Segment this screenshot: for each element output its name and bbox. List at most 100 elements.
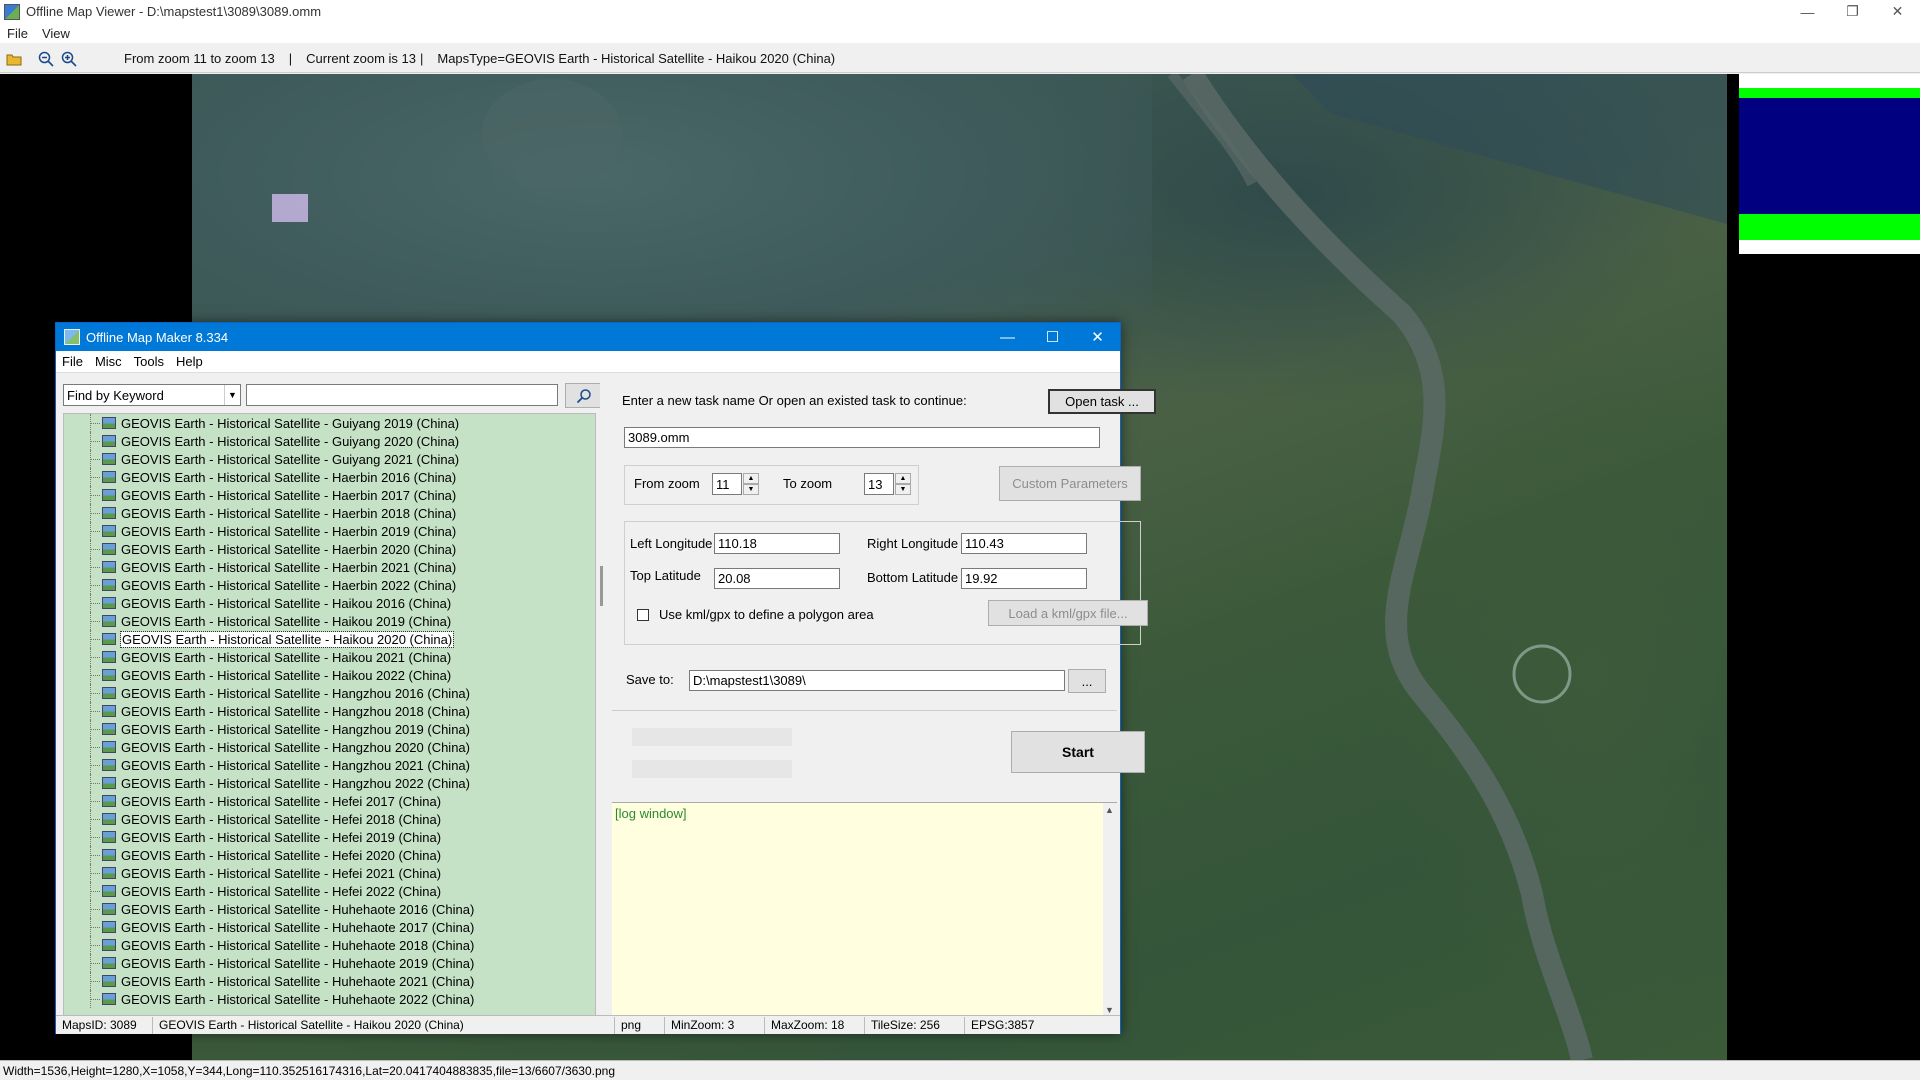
left-longitude-input[interactable]: 110.18 <box>714 533 840 554</box>
tree-item[interactable]: GEOVIS Earth - Historical Satellite - Ha… <box>64 612 595 630</box>
tree-item[interactable]: GEOVIS Earth - Historical Satellite - Ha… <box>64 684 595 702</box>
tree-item-label: GEOVIS Earth - Historical Satellite - He… <box>121 829 442 845</box>
tree-item[interactable]: GEOVIS Earth - Historical Satellite - Gu… <box>64 432 595 450</box>
tree-item[interactable]: GEOVIS Earth - Historical Satellite - Ha… <box>64 504 595 522</box>
satellite-map-icon <box>102 741 116 753</box>
satellite-map-icon <box>102 975 116 987</box>
menu-view[interactable]: View <box>35 26 77 41</box>
dialog-app-icon <box>64 329 80 345</box>
search-button[interactable] <box>565 383 603 408</box>
bottom-latitude-input[interactable]: 19.92 <box>961 568 1087 589</box>
zoom-out-icon[interactable] <box>37 50 55 68</box>
tree-item[interactable]: GEOVIS Earth - Historical Satellite - Ha… <box>64 594 595 612</box>
tree-connector <box>90 666 100 684</box>
tree-item-label: GEOVIS Earth - Historical Satellite - Ha… <box>121 469 457 485</box>
tree-item[interactable]: GEOVIS Earth - Historical Satellite - Ha… <box>64 702 595 720</box>
zoom-in-icon[interactable] <box>60 50 78 68</box>
map-tree[interactable]: GEOVIS Earth - Historical Satellite - Gu… <box>63 413 596 1016</box>
tree-item[interactable]: GEOVIS Earth - Historical Satellite - Ha… <box>64 666 595 684</box>
tree-item[interactable]: GEOVIS Earth - Historical Satellite - He… <box>64 828 595 846</box>
to-zoom-stepper[interactable]: ▲ ▼ <box>895 473 911 495</box>
task-name-input[interactable]: 3089.omm <box>624 427 1100 448</box>
tree-item[interactable]: GEOVIS Earth - Historical Satellite - Hu… <box>64 954 595 972</box>
open-folder-icon[interactable] <box>5 50 23 68</box>
dialog-menu-tools[interactable]: Tools <box>128 354 170 369</box>
close-button[interactable]: ✕ <box>1875 0 1920 23</box>
stepper-down-icon[interactable]: ▼ <box>895 484 911 495</box>
browse-button[interactable]: ... <box>1068 669 1106 693</box>
custom-parameters-button[interactable]: Custom Parameters <box>999 466 1141 501</box>
tree-connector <box>90 972 100 990</box>
pane-splitter[interactable] <box>600 383 603 1013</box>
scroll-down-icon[interactable]: ▼ <box>1105 1005 1114 1015</box>
tree-item[interactable]: GEOVIS Earth - Historical Satellite - He… <box>64 864 595 882</box>
tree-connector <box>90 612 100 630</box>
from-zoom-input[interactable]: 11 <box>712 473 742 495</box>
tree-item[interactable]: GEOVIS Earth - Historical Satellite - Ha… <box>64 720 595 738</box>
tree-connector <box>90 882 100 900</box>
tree-item[interactable]: GEOVIS Earth - Historical Satellite - Hu… <box>64 990 595 1008</box>
from-zoom-stepper[interactable]: ▲ ▼ <box>743 473 759 495</box>
tree-item-label: GEOVIS Earth - Historical Satellite - Ha… <box>121 487 457 503</box>
tree-item[interactable]: GEOVIS Earth - Historical Satellite - Ha… <box>64 576 595 594</box>
to-zoom-input[interactable]: 13 <box>864 473 894 495</box>
open-task-button[interactable]: Open task ... <box>1048 389 1156 414</box>
dialog-menu-misc[interactable]: Misc <box>89 354 128 369</box>
stepper-down-icon[interactable]: ▼ <box>743 484 759 495</box>
dialog-maximize-button[interactable]: ☐ <box>1030 323 1075 351</box>
right-longitude-input[interactable]: 110.43 <box>961 533 1087 554</box>
search-input[interactable] <box>246 384 558 406</box>
tree-item[interactable]: GEOVIS Earth - Historical Satellite - Gu… <box>64 450 595 468</box>
tree-item-label: GEOVIS Earth - Historical Satellite - Ha… <box>121 739 470 755</box>
dialog-menu-help[interactable]: Help <box>170 354 209 369</box>
top-latitude-label: Top Latitude <box>630 568 701 583</box>
tree-item[interactable]: GEOVIS Earth - Historical Satellite - Hu… <box>64 936 595 954</box>
load-kml-button[interactable]: Load a kml/gpx file... <box>988 600 1148 626</box>
find-mode-select[interactable]: Find by Keyword ▼ <box>63 384 241 406</box>
dialog-close-button[interactable]: ✕ <box>1075 323 1120 351</box>
tree-item[interactable]: GEOVIS Earth - Historical Satellite - Ha… <box>64 774 595 792</box>
tree-item[interactable]: GEOVIS Earth - Historical Satellite - He… <box>64 792 595 810</box>
satellite-map-icon <box>102 615 116 627</box>
tree-item[interactable]: GEOVIS Earth - Historical Satellite - Ha… <box>64 756 595 774</box>
stepper-up-icon[interactable]: ▲ <box>743 473 759 484</box>
tree-item[interactable]: GEOVIS Earth - Historical Satellite - He… <box>64 882 595 900</box>
menu-file[interactable]: File <box>0 26 35 41</box>
save-to-input[interactable]: D:\mapstest1\3089\ <box>689 670 1065 691</box>
tree-item[interactable]: GEOVIS Earth - Historical Satellite - Ha… <box>64 468 595 486</box>
log-scrollbar[interactable]: ▲ ▼ <box>1103 803 1117 1017</box>
dialog-menu-file[interactable]: File <box>56 354 89 369</box>
tree-item[interactable]: GEOVIS Earth - Historical Satellite - Ha… <box>64 558 595 576</box>
tree-item[interactable]: GEOVIS Earth - Historical Satellite - Hu… <box>64 918 595 936</box>
tree-item[interactable]: GEOVIS Earth - Historical Satellite - Ha… <box>64 540 595 558</box>
toolbar-separator: | <box>419 51 424 66</box>
tree-item-label: GEOVIS Earth - Historical Satellite - Hu… <box>121 901 475 917</box>
top-latitude-input[interactable]: 20.08 <box>714 568 840 589</box>
tree-item-label: GEOVIS Earth - Historical Satellite - Ha… <box>121 775 470 791</box>
stepper-up-icon[interactable]: ▲ <box>895 473 911 484</box>
tree-item[interactable]: GEOVIS Earth - Historical Satellite - Hu… <box>64 972 595 990</box>
left-longitude-label: Left Longitude <box>630 536 713 551</box>
start-button[interactable]: Start <box>1011 731 1145 773</box>
satellite-map-icon <box>102 885 116 897</box>
tree-item[interactable]: GEOVIS Earth - Historical Satellite - Gu… <box>64 414 595 432</box>
chevron-down-icon[interactable]: ▼ <box>224 385 240 405</box>
log-window[interactable]: [log window] ▲ ▼ <box>612 802 1117 1017</box>
satellite-map-icon <box>102 489 116 501</box>
minimize-button[interactable]: — <box>1785 0 1830 23</box>
dialog-minimize-button[interactable]: — <box>985 323 1030 351</box>
scroll-up-icon[interactable]: ▲ <box>1105 805 1114 815</box>
tree-item[interactable]: GEOVIS Earth - Historical Satellite - Ha… <box>64 486 595 504</box>
satellite-map-icon <box>102 813 116 825</box>
use-kml-checkbox[interactable] <box>637 609 649 621</box>
splitter-grip[interactable] <box>600 566 603 606</box>
maximize-button[interactable]: ❐ <box>1830 0 1875 23</box>
log-text: [log window] <box>615 806 687 821</box>
tree-item[interactable]: GEOVIS Earth - Historical Satellite - He… <box>64 846 595 864</box>
tree-item[interactable]: GEOVIS Earth - Historical Satellite - Hu… <box>64 900 595 918</box>
tree-item[interactable]: GEOVIS Earth - Historical Satellite - Ha… <box>64 648 595 666</box>
tree-item[interactable]: GEOVIS Earth - Historical Satellite - He… <box>64 810 595 828</box>
tree-item[interactable]: GEOVIS Earth - Historical Satellite - Ha… <box>64 630 595 648</box>
tree-item[interactable]: GEOVIS Earth - Historical Satellite - Ha… <box>64 738 595 756</box>
tree-item[interactable]: GEOVIS Earth - Historical Satellite - Ha… <box>64 522 595 540</box>
